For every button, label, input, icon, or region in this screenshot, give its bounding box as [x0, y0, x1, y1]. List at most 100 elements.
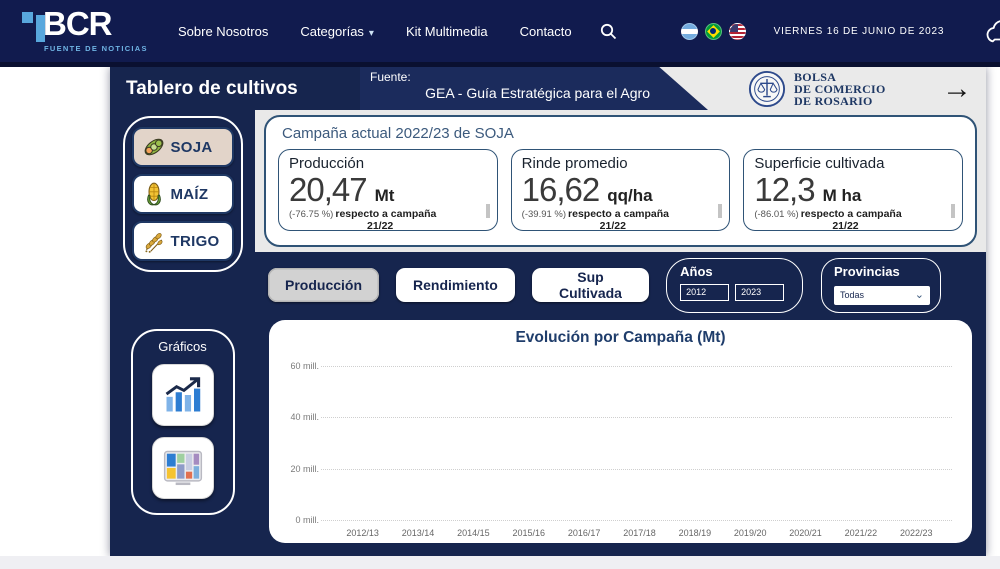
provinces-dropdown[interactable]: Todas ⌄: [834, 286, 930, 305]
nav-item-kit-multimedia[interactable]: Kit Multimedia: [406, 24, 488, 39]
nav-item-label: Sobre Nosotros: [178, 24, 268, 39]
chart-xlabels: 2012/132013/142014/152015/162016/172017/…: [327, 523, 952, 539]
nav-item-contacto[interactable]: Contacto: [520, 24, 572, 39]
evolution-chart-card: Evolución por Campaña (Mt) 0 mill.20 mil…: [269, 320, 972, 543]
chart-area: [327, 359, 952, 521]
weather-widget: 15° Rosario: [982, 15, 1000, 47]
dashboard-header: Tablero de cultivos Fuente: GEA - Guía E…: [110, 67, 986, 110]
crop-button-trigo[interactable]: TRIGO: [132, 221, 234, 261]
metric-unit: M ha: [823, 186, 862, 206]
metric-delta: (-86.01 %): [754, 209, 798, 220]
brazil-flag-icon[interactable]: [705, 23, 722, 40]
x-tick-label: 2013/14: [390, 523, 445, 539]
x-tick-label: 2021/22: [833, 523, 888, 539]
nav-menu: Sobre Nosotros Categorías▾ Kit Multimedi…: [178, 24, 572, 39]
metric-value: 12,3: [754, 173, 814, 207]
crop-label: SOJA: [171, 139, 213, 156]
provinces-filter-group: Provincias Todas ⌄: [821, 258, 941, 313]
chart-ylabels: 0 mill.20 mill.40 mill.60 mill.: [283, 359, 323, 521]
metric-delta: (-39.91 %): [522, 209, 566, 220]
bcr-logo[interactable]: BCR FUENTE DE NOTICIAS: [12, 4, 164, 58]
bar-chart-icon: [161, 373, 205, 417]
arrow-right-icon[interactable]: →: [942, 74, 972, 104]
metric-note-line2: 21/22: [600, 220, 720, 231]
metric-note: respecto a campaña: [568, 208, 669, 220]
nav-item-sobre-nosotros[interactable]: Sobre Nosotros: [178, 24, 268, 39]
x-tick-label: 2022/23: [889, 523, 944, 539]
years-filter-group: Años: [666, 258, 803, 313]
y-tick-label: 20 mill.: [290, 464, 319, 474]
argentina-flag-icon[interactable]: [681, 23, 698, 40]
x-tick-label: 2014/15: [446, 523, 501, 539]
chart-plot: 0 mill.20 mill.40 mill.60 mill. 2012/132…: [283, 359, 958, 539]
treemap-icon: [161, 446, 205, 490]
card-scrollbar[interactable]: [486, 204, 490, 218]
crop-selector-group: SOJA MAÍZ: [123, 116, 243, 272]
x-tick-label: 2015/16: [501, 523, 556, 539]
page-title: Tablero de cultivos: [126, 78, 298, 100]
page-bottom-strip: [0, 556, 1000, 569]
bcr-seal-logo: [748, 70, 786, 108]
soybean-icon: [141, 134, 167, 160]
y-tick-label: 0 mill.: [295, 515, 319, 525]
chart-bars: [327, 359, 952, 521]
metric-card-rinde: Rinde promedio 16,62 qq/ha (-39.91 %)res…: [511, 149, 731, 231]
brand-line: DE ROSARIO: [794, 95, 886, 107]
metric-value: 16,62: [522, 173, 600, 207]
crop-button-soja[interactable]: SOJA: [132, 127, 234, 167]
x-tick-label: 2020/21: [778, 523, 833, 539]
usa-flag-icon[interactable]: [729, 23, 746, 40]
bar-chart-view-button[interactable]: [152, 364, 214, 426]
language-flags: [681, 23, 746, 40]
search-icon[interactable]: [600, 23, 617, 40]
metric-note: respecto a campaña: [335, 208, 436, 220]
y-tick-label: 60 mill.: [290, 361, 319, 371]
top-navbar: BCR FUENTE DE NOTICIAS Sobre Nosotros Ca…: [0, 0, 1000, 67]
bcr-logo-text: BCR: [43, 5, 112, 43]
current-date: VIERNES 16 DE JUNIO DE 2023: [774, 26, 945, 37]
source-band: Fuente: GEA - Guía Estratégica para el A…: [360, 67, 708, 110]
metric-value: 20,47: [289, 173, 367, 207]
year-from-input[interactable]: [680, 284, 729, 301]
metric-note-line2: 21/22: [832, 220, 952, 231]
nav-item-label: Kit Multimedia: [406, 24, 488, 39]
card-scrollbar[interactable]: [951, 204, 955, 218]
nav-item-label: Contacto: [520, 24, 572, 39]
metric-label: Producción: [289, 155, 487, 172]
tab-rendimiento[interactable]: Rendimiento: [396, 268, 515, 302]
metric-note: respecto a campaña: [801, 208, 902, 220]
metric-unit: Mt: [375, 186, 395, 206]
metric-unit: qq/ha: [607, 186, 652, 206]
x-tick-label: 2017/18: [612, 523, 667, 539]
nav-item-label: Categorías: [300, 24, 364, 39]
bcr-logo-subtitle: FUENTE DE NOTICIAS: [44, 44, 148, 53]
metric-card-produccion: Producción 20,47 Mt (-76.75 %)respecto a…: [278, 149, 498, 231]
card-scrollbar[interactable]: [718, 204, 722, 218]
crop-label: MAÍZ: [171, 186, 209, 203]
tab-sup-cultivada[interactable]: Sup Cultivada: [532, 268, 649, 302]
dashboard-title-band: Tablero de cultivos: [110, 67, 360, 110]
provinces-label: Provincias: [834, 264, 928, 279]
wheat-icon: [141, 228, 167, 254]
cloud-sun-icon: [982, 15, 1000, 47]
nav-item-categorias[interactable]: Categorías▾: [300, 24, 374, 39]
graphics-label: Gráficos: [158, 339, 206, 354]
years-label: Años: [680, 264, 789, 279]
x-tick-label: 2012/13: [335, 523, 390, 539]
brand-line: BOLSA: [794, 71, 886, 83]
graphics-group: Gráficos: [131, 329, 235, 515]
chart-section: Evolución por Campaña (Mt) 0 mill.20 mil…: [255, 318, 986, 556]
chart-title: Evolución por Campaña (Mt): [283, 329, 958, 347]
x-tick-label: 2016/17: [556, 523, 611, 539]
crop-button-maiz[interactable]: MAÍZ: [132, 174, 234, 214]
year-to-input[interactable]: [735, 284, 784, 301]
tab-produccion[interactable]: Producción: [268, 268, 379, 302]
metric-card-superficie: Superficie cultivada 12,3 M ha (-86.01 %…: [743, 149, 963, 231]
bcr-brand: BOLSA DE COMERCIO DE ROSARIO: [748, 70, 886, 108]
brand-line: DE COMERCIO: [794, 83, 886, 95]
treemap-view-button[interactable]: [152, 437, 214, 499]
brand-text: BOLSA DE COMERCIO DE ROSARIO: [794, 71, 886, 107]
metric-delta: (-76.75 %): [289, 209, 333, 220]
dashboard: Tablero de cultivos Fuente: GEA - Guía E…: [110, 67, 986, 556]
bcr-logo-square: [22, 12, 33, 23]
